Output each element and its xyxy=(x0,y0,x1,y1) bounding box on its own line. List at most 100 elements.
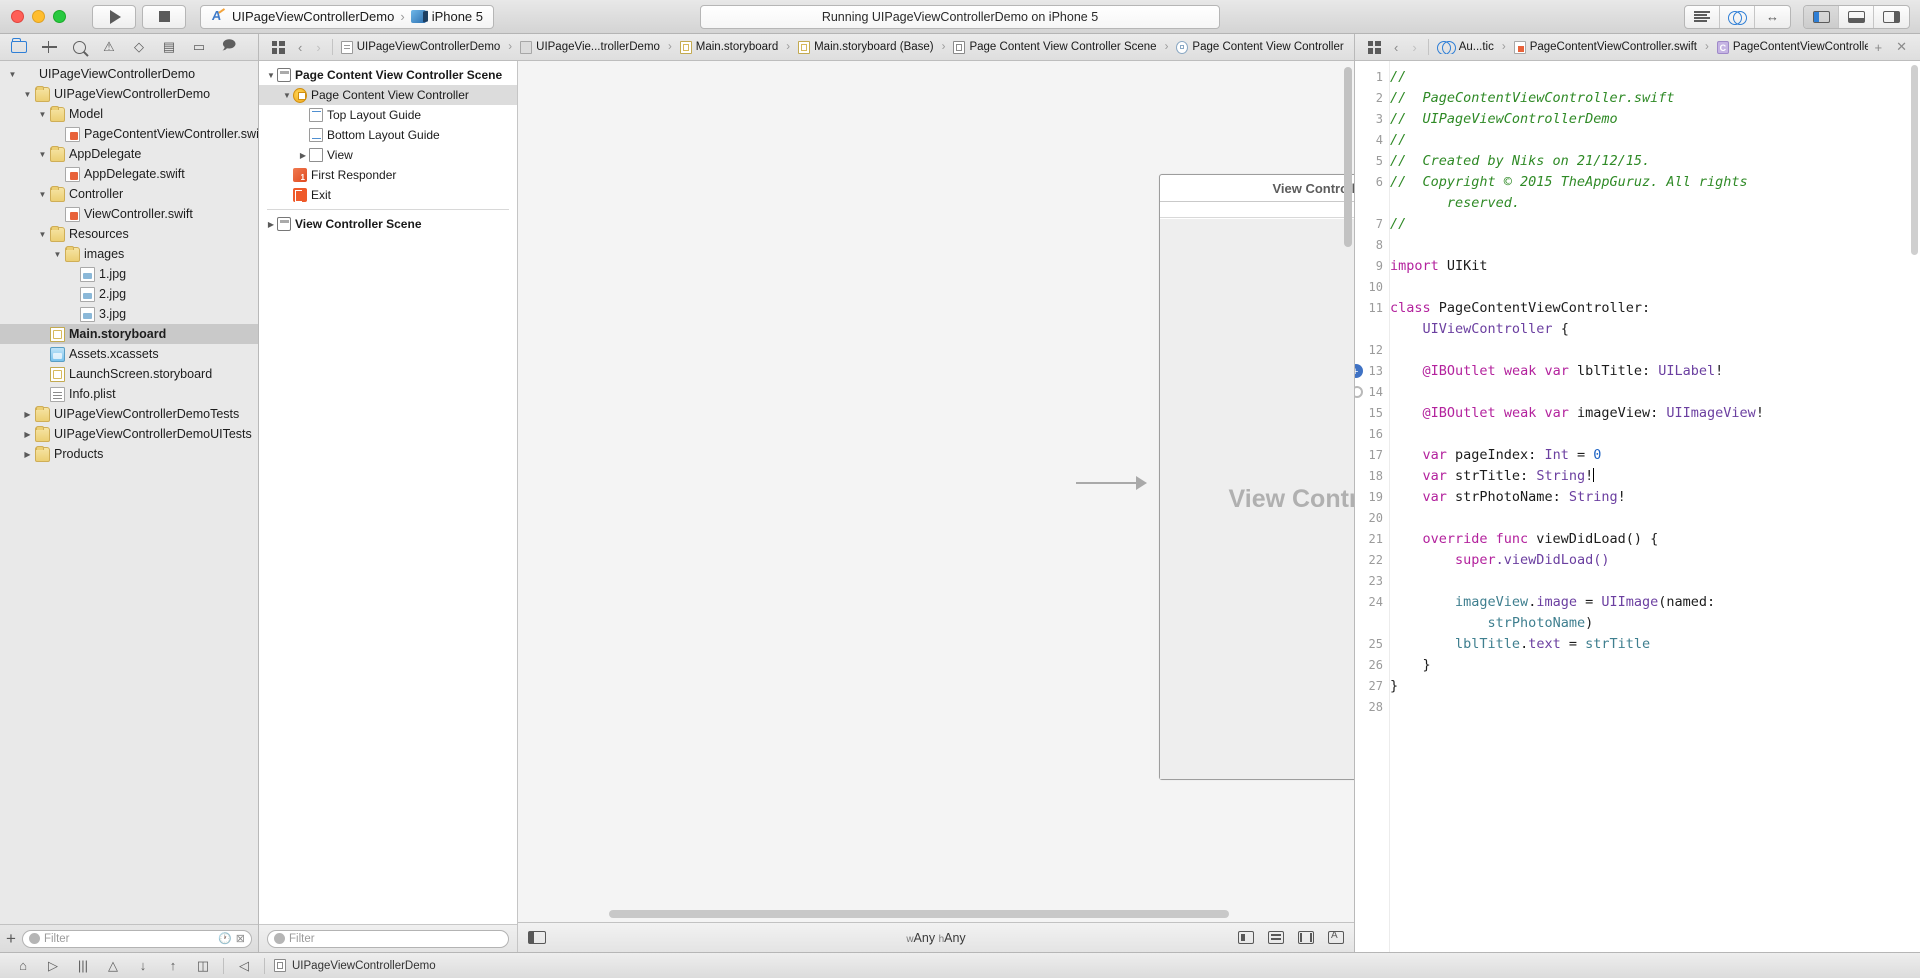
size-class-indicator[interactable]: wAny hAny xyxy=(906,931,965,945)
file-tree-row[interactable]: Main.storyboard xyxy=(0,324,258,344)
pin-top-icon[interactable]: ↑ xyxy=(158,955,188,977)
code-line[interactable] xyxy=(1390,697,1920,718)
breakpoint-icon[interactable] xyxy=(1355,362,1363,383)
breadcrumb-project[interactable]: UIPageViewControllerDemo xyxy=(274,959,436,972)
file-tree-row[interactable]: 1.jpg xyxy=(0,264,258,284)
minimize-window-button[interactable] xyxy=(32,10,45,23)
align-icon[interactable] xyxy=(1268,931,1284,944)
line-number[interactable]: 28 xyxy=(1355,697,1389,718)
test-navigator-icon[interactable]: ◇ xyxy=(124,36,154,58)
project-file-tree[interactable]: ▼ UIPageViewControllerDemo ▼ UIPageViewCont… xyxy=(0,61,258,924)
go-forward-button[interactable]: › xyxy=(309,40,327,55)
view-controller-scene[interactable]: View Controller View Controller xyxy=(1159,174,1354,780)
code-line[interactable] xyxy=(1390,508,1920,529)
project-navigator-icon[interactable] xyxy=(4,36,34,58)
code-line[interactable]: var strTitle: String! xyxy=(1390,466,1920,487)
code-area[interactable]: 1234567891011121314151617181920212223242… xyxy=(1355,61,1920,952)
file-tree-row[interactable]: ▶ UIPageViewControllerDemoUITests xyxy=(0,424,258,444)
code-vertical-scrollbar[interactable] xyxy=(1911,65,1918,255)
close-editor-button[interactable]: ✕ xyxy=(1889,39,1914,55)
code-line[interactable]: imageView.image = UIImage(named: strPhot… xyxy=(1390,592,1920,634)
code-line[interactable]: var strPhotoName: String! xyxy=(1390,487,1920,508)
code-breadcrumb-bar[interactable]: ‹ › Au...tic › PageContentViewController.s… xyxy=(1355,34,1920,61)
send-icon[interactable]: ◁ xyxy=(229,955,259,977)
code-line[interactable]: class PageContentViewController: UIViewC… xyxy=(1390,298,1920,340)
canvas-vertical-scrollbar[interactable] xyxy=(1344,67,1352,882)
line-number[interactable]: 18 xyxy=(1355,466,1389,487)
stop-button[interactable] xyxy=(142,4,186,29)
outline-filter-input[interactable]: Filter xyxy=(267,929,509,948)
breadcrumb-item[interactable]: Main.storyboard › xyxy=(676,40,794,54)
code-line[interactable]: @IBOutlet weak var imageView: UIImageVie… xyxy=(1390,403,1920,424)
breadcrumb[interactable]: UIPageViewControllerDemo › UIPageVie...tro… xyxy=(337,40,1348,54)
breakpoint-navigator-icon[interactable]: ▭ xyxy=(184,36,214,58)
ib-breadcrumb-bar[interactable]: ‹ › UIPageViewControllerDemo › UIPageVie..… xyxy=(259,34,1354,61)
line-number[interactable]: 1 xyxy=(1355,67,1389,88)
file-tree-row[interactable]: ▼ UIPageViewControllerDemo xyxy=(0,64,258,84)
standard-editor-button[interactable] xyxy=(1685,5,1720,28)
disclosure-open-icon[interactable]: ▼ xyxy=(37,230,48,239)
code-line[interactable]: @IBOutlet weak var lblTitle: UILabel! xyxy=(1390,361,1920,382)
align-trailing-icon[interactable]: ▷ xyxy=(38,955,68,977)
pin-bottom-icon[interactable]: ↓ xyxy=(128,955,158,977)
view-toggles-segmented[interactable] xyxy=(1803,4,1910,29)
line-number[interactable]: 26 xyxy=(1355,655,1389,676)
file-tree-row[interactable]: ▼ Model xyxy=(0,104,258,124)
code-line[interactable] xyxy=(1390,424,1920,445)
code-line[interactable]: override func viewDidLoad() { xyxy=(1390,529,1920,550)
disclosure-closed-icon[interactable]: ▶ xyxy=(265,220,277,229)
embed-icon[interactable]: ◫ xyxy=(188,955,218,977)
breadcrumb-item[interactable]: PageContentViewController.swift › xyxy=(1510,40,1713,54)
symbol-navigator-icon[interactable] xyxy=(64,36,94,58)
go-forward-button[interactable]: › xyxy=(1405,40,1423,55)
file-tree-row[interactable]: ▶ Products xyxy=(0,444,258,464)
line-number[interactable]: 23 xyxy=(1355,571,1389,592)
line-number[interactable]: 25 xyxy=(1355,634,1389,655)
line-number[interactable]: 19 xyxy=(1355,487,1389,508)
file-tree-row[interactable]: LaunchScreen.storyboard xyxy=(0,364,258,384)
add-editor-button[interactable]: + xyxy=(1868,40,1890,55)
toggle-document-outline-button[interactable] xyxy=(528,931,546,944)
window-controls[interactable] xyxy=(11,10,66,23)
disclosure-open-icon[interactable]: ▼ xyxy=(52,250,63,259)
close-window-button[interactable] xyxy=(11,10,24,23)
code-line[interactable]: // xyxy=(1390,130,1920,151)
code-line[interactable]: import UIKit xyxy=(1390,256,1920,277)
line-number[interactable]: 21 xyxy=(1355,529,1389,550)
version-editor-button[interactable]: ↔ xyxy=(1755,6,1790,28)
file-tree-row[interactable]: ▼ AppDelegate xyxy=(0,144,258,164)
line-number[interactable]: 4 xyxy=(1355,130,1389,151)
filter-recent-icon[interactable]: 🕐 xyxy=(218,932,232,945)
toggle-navigator-button[interactable] xyxy=(1804,5,1839,28)
outline-row[interactable]: ▼ Page Content View Controller xyxy=(259,85,517,105)
report-navigator-icon[interactable]: 🗩 xyxy=(214,36,244,58)
disclosure-open-icon[interactable]: ▼ xyxy=(37,110,48,119)
scheme-selector[interactable]: UIPageViewControllerDemo › iPhone 5 xyxy=(200,4,495,29)
outline-row[interactable]: ▶ View xyxy=(259,145,517,165)
line-number[interactable]: 16 xyxy=(1355,424,1389,445)
go-back-button[interactable]: ‹ xyxy=(291,40,309,55)
line-number[interactable]: 6 xyxy=(1355,172,1389,214)
code-line[interactable]: // Copyright © 2015 TheAppGuruz. All rig… xyxy=(1390,172,1920,214)
code-line[interactable] xyxy=(1390,340,1920,361)
code-line[interactable]: // xyxy=(1390,67,1920,88)
navigator-filter-input[interactable]: Filter 🕐 ⊠ xyxy=(21,929,252,948)
code-line[interactable]: lblTitle.text = strTitle xyxy=(1390,634,1920,655)
code-line[interactable]: // PageContentViewController.swift xyxy=(1390,88,1920,109)
line-number[interactable]: 27 xyxy=(1355,676,1389,697)
code-line[interactable]: // UIPageViewControllerDemo xyxy=(1390,109,1920,130)
canvas-horizontal-scrollbar[interactable] xyxy=(518,906,1354,922)
file-tree-row[interactable]: 2.jpg xyxy=(0,284,258,304)
document-outline-tree[interactable]: ▼ Page Content View Controller Scene ▼ Page… xyxy=(259,61,517,924)
zoom-window-button[interactable] xyxy=(53,10,66,23)
line-number[interactable]: 22 xyxy=(1355,550,1389,571)
file-tree-row[interactable]: ▼ Resources xyxy=(0,224,258,244)
source-control-navigator-icon[interactable] xyxy=(34,36,64,58)
code-line[interactable] xyxy=(1390,571,1920,592)
breadcrumb-item[interactable]: Page Content View Controller xyxy=(1172,40,1347,54)
outline-row[interactable]: First Responder xyxy=(259,165,517,185)
file-tree-row[interactable]: PageContentViewController.swift xyxy=(0,124,258,144)
navigator-toolbar[interactable]: ⚠ ◇ ▤ ▭ 🗩 xyxy=(0,34,258,61)
resolve-issues-icon[interactable] xyxy=(1328,930,1344,944)
file-tree-row[interactable]: ViewController.swift xyxy=(0,204,258,224)
